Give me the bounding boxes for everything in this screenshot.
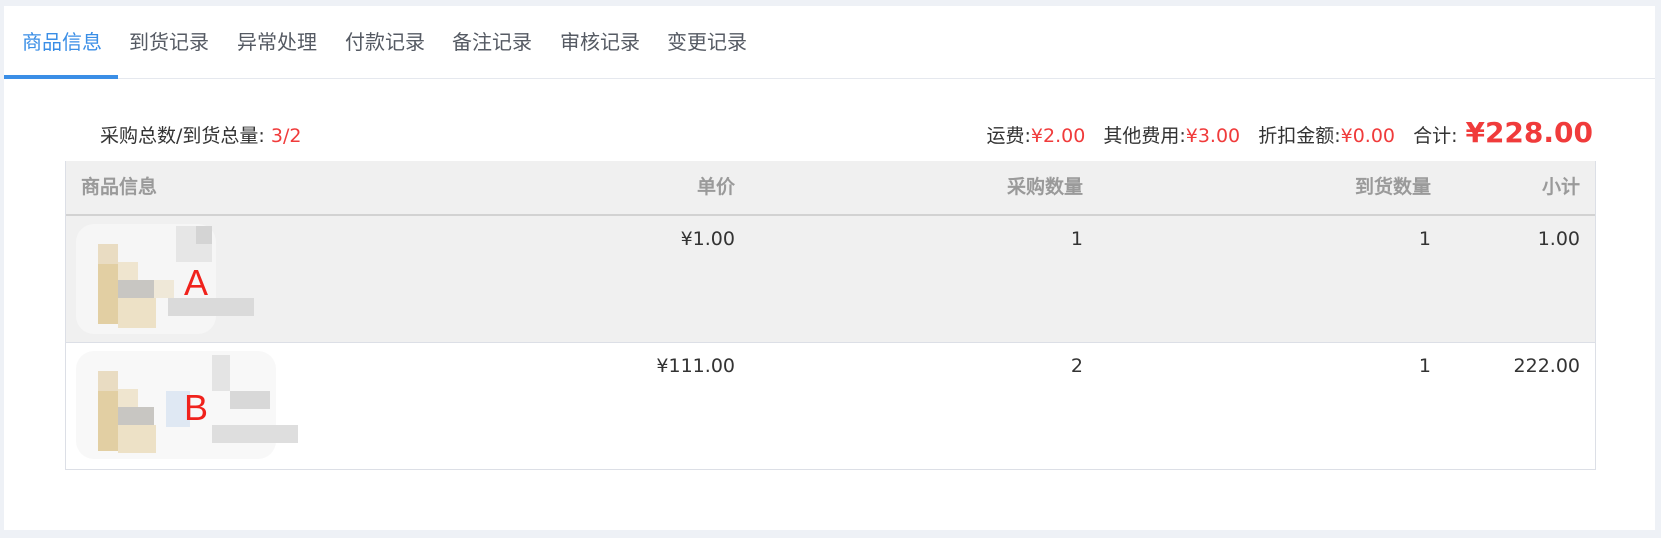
unit-price-cell: ¥111.00 [656, 355, 735, 377]
table-row[interactable]: A ¥1.00 1 1 1.00 [66, 216, 1595, 343]
active-tab-indicator [4, 75, 118, 79]
arrival-qty-cell: 1 [1418, 355, 1431, 377]
cost-summary: 运费:¥2.00 其他费用:¥3.00 折扣金额:¥0.00 合计: ¥228.0… [974, 116, 1593, 149]
unit-price-cell: ¥1.00 [680, 228, 735, 250]
freight-value: ¥2.00 [1030, 125, 1086, 147]
product-label-b: B [184, 387, 209, 428]
purchase-qty-cell: 1 [1070, 228, 1083, 250]
tab-remark-records[interactable]: 备注记录 [452, 6, 532, 78]
content-panel: 商品信息 到货记录 异常处理 付款记录 备注记录 审核记录 变更记录 采购总数/… [4, 6, 1655, 530]
tab-product-info[interactable]: 商品信息 [22, 6, 102, 78]
table-row[interactable]: B ¥111.00 2 1 222.00 [66, 343, 1595, 469]
tab-exception-handling[interactable]: 异常处理 [237, 6, 317, 78]
header-product-info: 商品信息 [81, 176, 158, 198]
tab-payment-records[interactable]: 付款记录 [345, 6, 425, 78]
product-label-a: A [184, 262, 209, 303]
other-fee-value: ¥3.00 [1185, 125, 1241, 147]
tab-arrival-records[interactable]: 到货记录 [129, 6, 209, 78]
product-table: 商品信息 单价 采购数量 到货数量 小计 A ¥1.00 1 1 1.00 B … [65, 161, 1596, 470]
arrival-qty-cell: 1 [1418, 228, 1431, 250]
subtotal-cell: 1.00 [1537, 228, 1580, 250]
discount-label: 折扣金额: [1258, 125, 1341, 147]
quantity-summary-value: 3/2 [270, 125, 302, 147]
header-unit-price: 单价 [696, 176, 735, 198]
subtotal-cell: 222.00 [1513, 355, 1580, 377]
header-purchase-qty: 采购数量 [1006, 176, 1083, 198]
total-label: 合计: [1413, 125, 1458, 147]
total-value: ¥228.00 [1465, 116, 1593, 149]
quantity-summary-label: 采购总数/到货总量: [100, 125, 265, 147]
tab-audit-records[interactable]: 审核记录 [560, 6, 640, 78]
purchase-qty-cell: 2 [1070, 355, 1083, 377]
product-thumbnail[interactable]: A [76, 224, 296, 334]
other-fee-label: 其他费用: [1103, 125, 1186, 147]
table-header: 商品信息 单价 采购数量 到货数量 小计 [66, 161, 1595, 216]
quantity-summary: 采购总数/到货总量: 3/2 [100, 121, 301, 148]
discount-value: ¥0.00 [1340, 125, 1396, 147]
header-subtotal: 小计 [1541, 176, 1580, 198]
tab-change-records[interactable]: 变更记录 [667, 6, 747, 78]
freight-label: 运费: [986, 125, 1031, 147]
product-thumbnail[interactable]: B [76, 351, 298, 461]
tab-bar: 商品信息 到货记录 异常处理 付款记录 备注记录 审核记录 变更记录 [4, 6, 1655, 79]
header-arrival-qty: 到货数量 [1354, 176, 1431, 198]
